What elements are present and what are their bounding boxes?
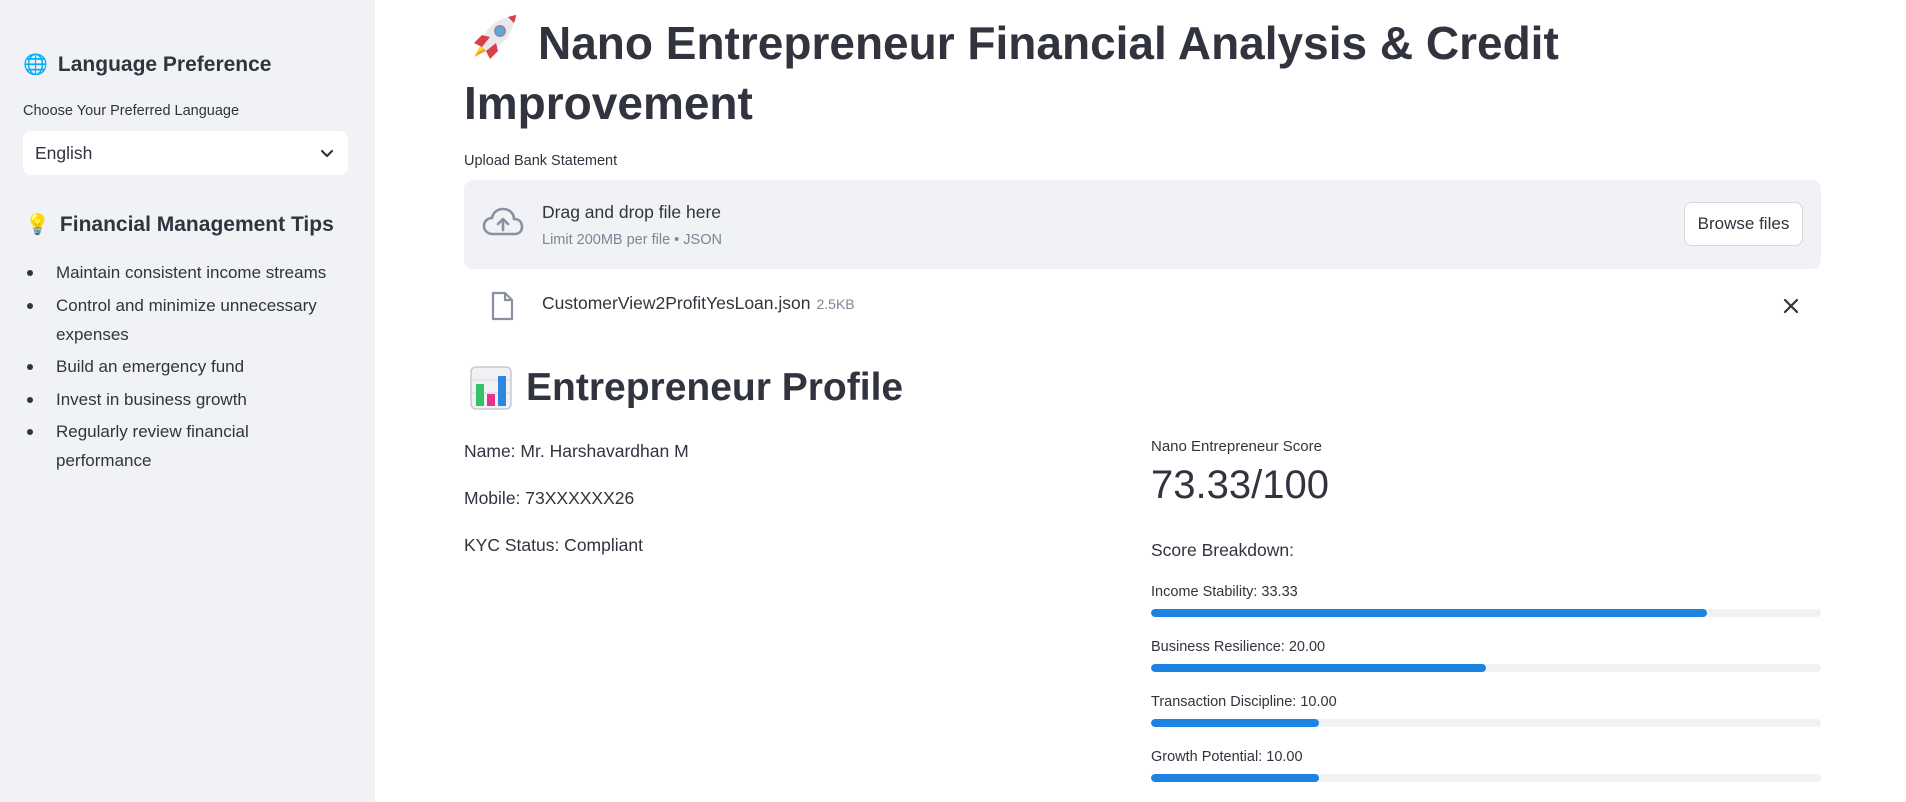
language-preference-heading: 🌐 Language Preference: [23, 52, 272, 77]
dropzone-title: Drag and drop file here: [542, 202, 721, 222]
score-panel: Nano Entrepreneur Score 73.33/100 Score …: [1151, 438, 1821, 782]
upload-label: Upload Bank Statement: [464, 153, 618, 169]
lightbulb-icon: 💡: [25, 214, 50, 236]
uploaded-file-size: 2.5KB: [816, 296, 855, 312]
sidebar: 🌐 Language Preference Choose Your Prefer…: [0, 0, 375, 802]
tip-item: Maintain consistent income streams: [23, 258, 343, 287]
progress-bar-fill: [1151, 719, 1319, 727]
profile-kyc-status: KYC Status: Compliant: [464, 535, 643, 555]
rocket-icon: [474, 15, 516, 59]
profile-name: Name: Mr. Harshavardhan M: [464, 441, 689, 461]
main-content: Nano Entrepreneur Financial Analysis & C…: [464, 0, 1821, 802]
tip-item: Build an emergency fund: [23, 352, 343, 381]
cloud-upload-icon: [482, 207, 524, 236]
score-breakdown-title: Score Breakdown:: [1151, 540, 1294, 560]
score-breakdown-item: Business Resilience: 20.00: [1151, 639, 1821, 672]
entrepreneur-profile-heading: Entrepreneur Profile: [464, 366, 903, 410]
language-select[interactable]: English: [23, 131, 348, 175]
progress-bar-fill: [1151, 609, 1708, 617]
progress-bar: [1151, 774, 1821, 782]
financial-tips-list: Maintain consistent income streams Contr…: [23, 258, 343, 479]
score-value: 73.33/100: [1151, 463, 1329, 507]
progress-bar-fill: [1151, 664, 1486, 672]
language-select-label: Choose Your Preferred Language: [23, 103, 240, 119]
progress-bar: [1151, 664, 1821, 672]
score-breakdown-label: Growth Potential: 10.00: [1151, 749, 1303, 765]
language-preference-heading-text: Language Preference: [57, 52, 272, 76]
financial-tips-heading: 💡 Financial Management Tips: [25, 212, 334, 237]
entrepreneur-profile-heading-text: Entrepreneur Profile: [526, 366, 904, 409]
score-breakdown-label: Business Resilience: 20.00: [1151, 639, 1326, 655]
score-breakdown-item: Income Stability: 33.33: [1151, 584, 1821, 617]
score-breakdown-label: Transaction Discipline: 10.00: [1151, 694, 1337, 710]
score-label: Nano Entrepreneur Score: [1151, 438, 1322, 455]
score-breakdown-item: Growth Potential: 10.00: [1151, 749, 1821, 782]
page-title: Nano Entrepreneur Financial Analysis & C…: [464, 13, 1664, 133]
globe-icon: 🌐: [23, 54, 48, 76]
language-select-value: English: [35, 142, 93, 163]
close-icon[interactable]: [1781, 296, 1801, 316]
bar-chart-icon: [470, 366, 512, 410]
tip-item: Control and minimize unnecessary expense…: [23, 291, 343, 349]
financial-tips-heading-text: Financial Management Tips: [59, 212, 334, 236]
dropzone-subtitle: Limit 200MB per file • JSON: [542, 232, 722, 248]
uploaded-file-name-text: CustomerView2ProfitYesLoan.json: [542, 293, 811, 313]
tip-item: Regularly review financial performance: [23, 417, 343, 475]
score-breakdown-label: Income Stability: 33.33: [1151, 584, 1298, 600]
chevron-down-icon: [320, 149, 334, 158]
uploaded-file-row: CustomerView2ProfitYesLoan.json 2.5KB: [464, 286, 1821, 326]
profile-mobile: Mobile: 73XXXXXX26: [464, 488, 635, 508]
page-title-text: Nano Entrepreneur Financial Analysis & C…: [464, 17, 1559, 129]
progress-bar-fill: [1151, 774, 1319, 782]
score-breakdown-item: Transaction Discipline: 10.00: [1151, 694, 1821, 727]
progress-bar: [1151, 719, 1821, 727]
browse-files-button[interactable]: Browse files: [1684, 202, 1803, 246]
tip-item: Invest in business growth: [23, 385, 343, 414]
file-dropzone[interactable]: Drag and drop file here Limit 200MB per …: [464, 180, 1821, 269]
file-icon: [491, 291, 514, 321]
uploaded-file-name: CustomerView2ProfitYesLoan.json 2.5KB: [542, 293, 855, 314]
progress-bar: [1151, 609, 1821, 617]
